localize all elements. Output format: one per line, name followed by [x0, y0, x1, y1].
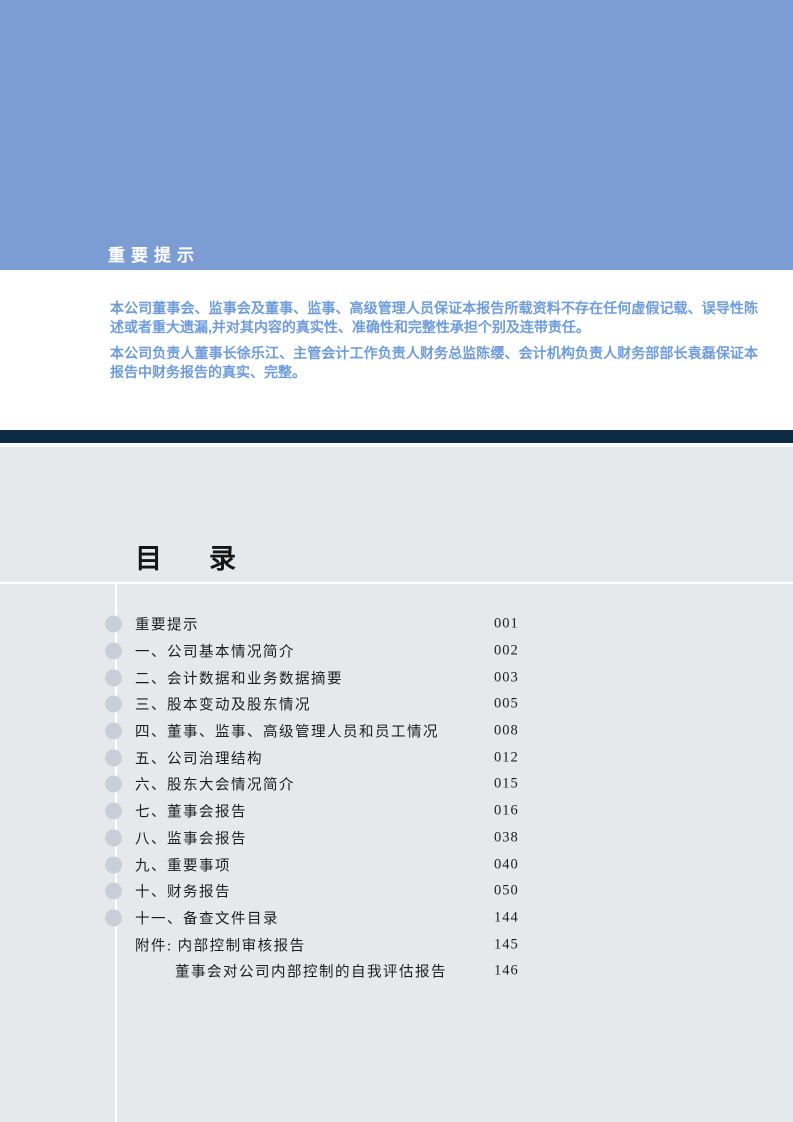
toc-item[interactable]: 十一、备查文件目录 144 [0, 905, 793, 932]
toc-item-page[interactable]: 040 [494, 856, 519, 873]
toc-item-page[interactable]: 001 [494, 616, 519, 633]
toc-item-page[interactable]: 146 [494, 963, 519, 980]
toc-title: 目录 [135, 544, 236, 574]
toc-item-page[interactable]: 005 [494, 696, 519, 713]
toc-item-page[interactable]: 050 [494, 883, 519, 900]
toc-item[interactable]: 十、财务报告 050 [0, 878, 793, 905]
toc-item[interactable]: 四、董事、监事、高级管理人员和员工情况 008 [0, 718, 793, 745]
toc-item-label[interactable]: 二、会计数据和业务数据摘要 [135, 667, 343, 688]
toc-item[interactable]: 五、公司治理结构 012 [0, 744, 793, 771]
toc-list: 重要提示 001 一、公司基本情况简介 002 二、会计数据和业务数据摘要 00… [0, 611, 793, 985]
toc-item-label[interactable]: 十一、备查文件目录 [135, 907, 279, 928]
toc-item[interactable]: 三、股本变动及股东情况 005 [0, 691, 793, 718]
toc-item-page[interactable]: 015 [494, 776, 519, 793]
toc-item-label[interactable]: 九、重要事项 [135, 854, 231, 875]
toc-item-label[interactable]: 三、股本变动及股东情况 [135, 694, 311, 715]
toc-bullet-icon [105, 829, 122, 847]
toc-item[interactable]: 九、重要事项 040 [0, 851, 793, 878]
toc-bullet-icon [105, 909, 122, 927]
report-page: 重要提示 本公司董事会、监事会及董事、监事、高级管理人员保证本报告所载资料不存在… [0, 0, 793, 1122]
toc-item-label[interactable]: 十、财务报告 [135, 881, 231, 902]
toc-section: 目录 重要提示 001 一、公司基本情况简介 002 二、会计数据和业务数据摘要… [0, 447, 793, 1122]
notice-paragraph-board: 本公司董事会、监事会及董事、监事、高级管理人员保证本报告所载资料不存在任何虚假记… [110, 300, 758, 335]
toc-item-page[interactable]: 144 [494, 909, 519, 926]
toc-bullet-icon [105, 642, 122, 660]
toc-bullet-icon [105, 802, 122, 820]
toc-item-label[interactable]: 七、董事会报告 [135, 801, 247, 822]
toc-item-page[interactable]: 012 [494, 749, 519, 766]
toc-title-char-lu: 录 [209, 544, 236, 574]
toc-item[interactable]: 一、公司基本情况简介 002 [0, 638, 793, 665]
toc-title-char-mu: 目 [135, 544, 162, 574]
toc-item-label[interactable]: 一、公司基本情况简介 [135, 641, 295, 662]
notice-paragraphs: 本公司董事会、监事会及董事、监事、高级管理人员保证本报告所载资料不存在任何虚假记… [110, 299, 758, 389]
toc-item-label[interactable]: 附件: 内部控制审核报告 [135, 934, 306, 955]
toc-item-label[interactable]: 董事会对公司内部控制的自我评估报告 [175, 961, 447, 982]
toc-horizontal-rule [0, 582, 793, 584]
toc-bullet-icon [105, 669, 122, 687]
toc-item-page[interactable]: 008 [494, 723, 519, 740]
important-notice-heading: 重要提示 [108, 246, 200, 265]
toc-item-label[interactable]: 重要提示 [135, 614, 199, 635]
toc-item-label[interactable]: 四、董事、监事、高级管理人员和员工情况 [135, 721, 439, 742]
toc-item[interactable]: 附件: 内部控制审核报告 145 [0, 931, 793, 958]
toc-bullet-icon [105, 695, 122, 713]
toc-bullet-icon [105, 749, 122, 767]
toc-item[interactable]: 八、监事会报告 038 [0, 825, 793, 852]
toc-item-label[interactable]: 八、监事会报告 [135, 827, 247, 848]
toc-item-page[interactable]: 016 [494, 803, 519, 820]
section-divider-bar [0, 430, 793, 443]
notice-paragraph-executives: 本公司负责人董事长徐乐江、主管会计工作负责人财务总监陈缨、会计机构负责人财务部部… [110, 345, 758, 380]
toc-item[interactable]: 二、会计数据和业务数据摘要 003 [0, 664, 793, 691]
toc-bullet-icon [105, 856, 122, 874]
toc-item[interactable]: 六、股东大会情况简介 015 [0, 771, 793, 798]
toc-item-page[interactable]: 002 [494, 643, 519, 660]
toc-item[interactable]: 董事会对公司内部控制的自我评估报告 146 [0, 958, 793, 985]
toc-item-label[interactable]: 五、公司治理结构 [135, 747, 263, 768]
toc-item-page[interactable]: 145 [494, 936, 519, 953]
toc-item[interactable]: 重要提示 001 [0, 611, 793, 638]
toc-bullet-icon [105, 775, 122, 793]
notice-band: 本公司董事会、监事会及董事、监事、高级管理人员保证本报告所载资料不存在任何虚假记… [0, 270, 793, 430]
hero-banner: 重要提示 [0, 0, 793, 270]
toc-bullet-icon [105, 722, 122, 740]
toc-item-page[interactable]: 003 [494, 669, 519, 686]
toc-item[interactable]: 七、董事会报告 016 [0, 798, 793, 825]
toc-item-page[interactable]: 038 [494, 829, 519, 846]
toc-item-label[interactable]: 六、股东大会情况简介 [135, 774, 295, 795]
toc-bullet-icon [105, 615, 122, 633]
toc-bullet-icon [105, 882, 122, 900]
